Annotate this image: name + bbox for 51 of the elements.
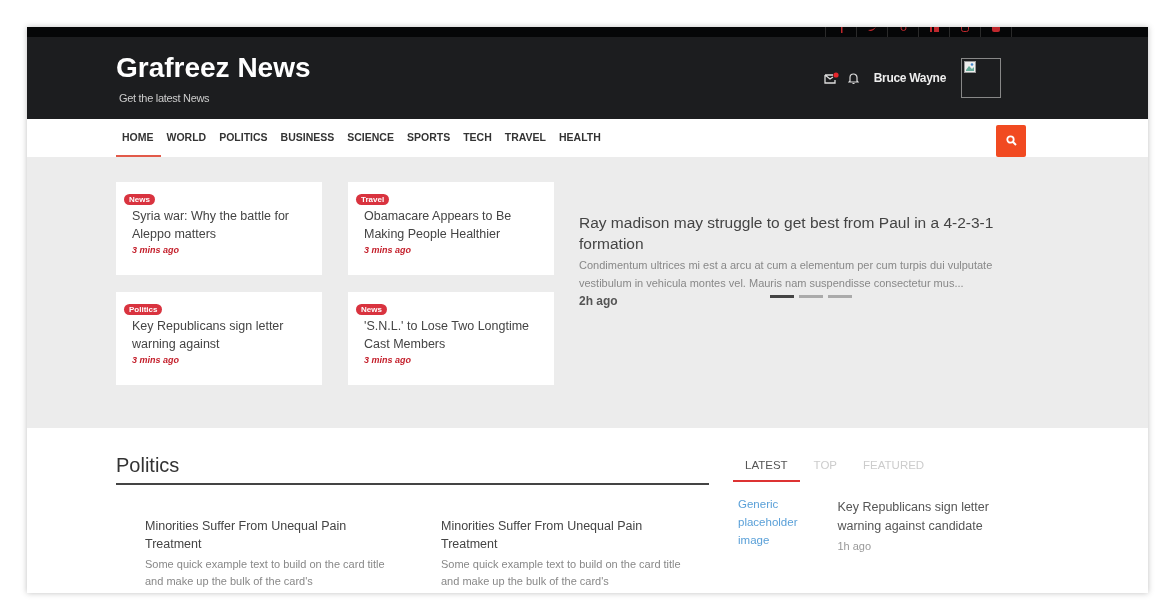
article-title[interactable]: Minorities Suffer From Unequal Pain Treatment [145, 517, 397, 553]
card-title[interactable]: Obamacare Appears to Be Making People Healthier [364, 207, 546, 243]
news-card[interactable]: Politics Key Republicans sign letter warning against 3 mins ago [116, 292, 322, 385]
sidebar-article-title[interactable]: Key Republicans sign letter warning against candidate [837, 498, 1023, 536]
sidebar-article-time: 1h ago [837, 540, 873, 552]
card-title[interactable]: Key Republicans sign letter warning against [132, 317, 314, 353]
category-tag[interactable]: News [356, 304, 387, 315]
facebook-icon[interactable] [838, 27, 844, 33]
category-tag[interactable]: News [124, 194, 155, 205]
sidebar-tab[interactable]: LATEST [733, 455, 800, 482]
mail-icon[interactable] [823, 72, 839, 84]
nav-link[interactable]: BUSINESS [274, 119, 342, 157]
google-icon[interactable] [899, 27, 907, 32]
site-tagline: Get the latest News [119, 92, 211, 104]
card-time: 3 mins ago [364, 355, 412, 365]
featured-time: 2h ago [579, 294, 618, 308]
nav-link[interactable]: SPORTS [400, 119, 458, 157]
nav-link[interactable]: HEALTH [553, 119, 608, 157]
article-title[interactable]: Minorities Suffer From Unequal Pain Treatment [441, 517, 693, 553]
news-card[interactable]: Travel Obamacare Appears to Be Making People Healthier 3 mins ago [348, 182, 554, 275]
card-time: 3 mins ago [132, 355, 180, 365]
card-title[interactable]: 'S.N.L.' to Lose Two Longtime Cast Members [364, 317, 546, 353]
featured-title[interactable]: Ray madison may struggle to get best from Paul in a 4-2-3-1 formation [579, 212, 1029, 254]
youtube-icon[interactable] [992, 27, 1000, 32]
featured-excerpt: Condimentum ultrices mi est a arcu at cum a elementum per cum turpis dui vulputate vestibulum in vehicula montes vel. Mauris nam suspendisse consectetur mus... [579, 258, 994, 291]
search-button[interactable] [996, 124, 1026, 157]
card-time: 3 mins ago [132, 245, 180, 255]
category-tag[interactable]: Politics [124, 304, 163, 315]
search-icon [1005, 135, 1017, 146]
section-title: Politics [116, 454, 709, 485]
article-text: Some quick example text to build on the card title and make up the bulk of the card's [441, 557, 682, 589]
bell-icon[interactable] [847, 71, 859, 85]
news-card[interactable]: News 'S.N.L.' to Lose Two Longtime Cast Members 3 mins ago [348, 292, 554, 385]
nav-link[interactable]: WORLD [160, 119, 214, 157]
instagram-icon[interactable] [961, 27, 969, 32]
twitter-icon[interactable] [868, 27, 876, 32]
avatar[interactable] [961, 58, 1001, 98]
nav-link[interactable]: TECH [457, 119, 499, 157]
nav-link[interactable]: POLITICS [213, 119, 275, 157]
article-text: Some quick example text to build on the card title and make up the bulk of the card's [145, 557, 386, 589]
card-title[interactable]: Syria war: Why the battle for Aleppo matters [132, 207, 314, 243]
linkedin-icon[interactable] [929, 27, 939, 32]
carousel-indicator[interactable] [769, 294, 794, 298]
broken-image-icon [964, 61, 976, 73]
nav-link[interactable]: TRAVEL [498, 119, 553, 157]
user-name[interactable]: Bruce Wayne [873, 71, 946, 85]
nav-link[interactable]: SCIENCE [341, 119, 401, 157]
news-card[interactable]: News Syria war: Why the battle for Aleppo matters 3 mins ago [116, 182, 322, 275]
category-tag[interactable]: Travel [356, 194, 390, 205]
card-time: 3 mins ago [364, 245, 412, 255]
site-title[interactable]: Grafreez News [116, 52, 311, 84]
